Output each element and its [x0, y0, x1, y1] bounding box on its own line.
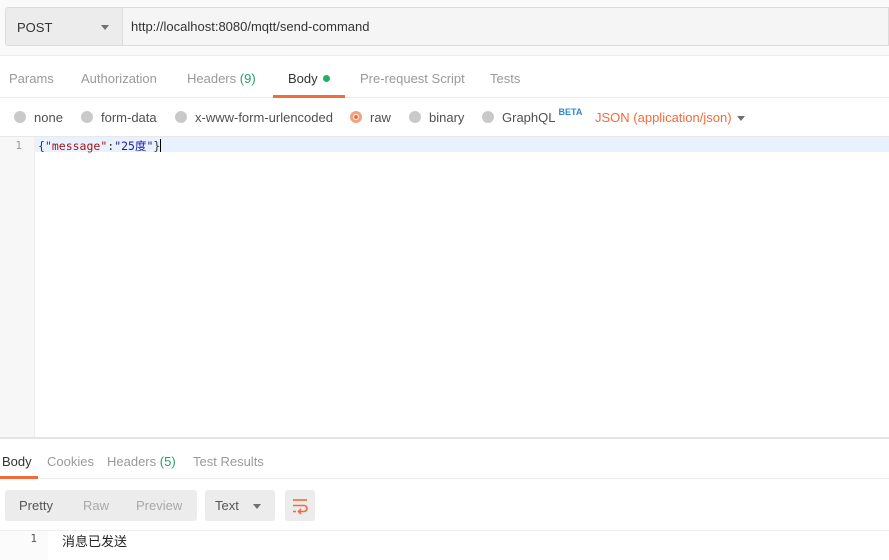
- green-dot-icon: [322, 75, 330, 82]
- response-toolbar: Pretty Raw Preview Text: [0, 480, 889, 530]
- response-tab-cookies[interactable]: Cookies: [47, 454, 94, 469]
- radio-graphql[interactable]: GraphQL BETA: [482, 107, 583, 125]
- radio-icon: [14, 111, 26, 123]
- radio-selected-icon: [350, 111, 362, 123]
- active-tab-indicator: [0, 476, 38, 479]
- response-tabs: Body Cookies Headers (5) Test Results: [0, 439, 889, 479]
- json-key: "message": [44, 139, 108, 153]
- json-value: "25度": [114, 139, 154, 153]
- body-type-selector: none form-data x-www-form-urlencoded raw…: [0, 98, 889, 136]
- view-mode-group: Pretty Raw Preview: [5, 490, 197, 521]
- tab-authorization[interactable]: Authorization: [81, 71, 157, 86]
- radio-form-data[interactable]: form-data: [81, 110, 157, 125]
- response-text: 消息已发送: [62, 534, 128, 549]
- preview-button[interactable]: Preview: [136, 498, 182, 513]
- tab-label: Pre-request Script: [360, 71, 465, 86]
- headers-count: (9): [239, 71, 256, 86]
- format-label: Text: [215, 498, 239, 513]
- content-type-select[interactable]: JSON (application/json): [595, 110, 732, 125]
- radio-binary[interactable]: binary: [409, 110, 464, 125]
- request-body-editor[interactable]: 1 {"message":"25度"}: [0, 136, 889, 438]
- tab-label: Headers: [187, 71, 237, 86]
- chevron-down-icon: [253, 504, 261, 509]
- response-tab-headers[interactable]: Headers (5): [107, 454, 176, 469]
- text-cursor: [160, 139, 162, 152]
- active-line-highlight: [35, 137, 889, 152]
- tab-label: Params: [9, 71, 54, 86]
- headers-count: (5): [159, 454, 176, 469]
- radio-label: none: [34, 110, 63, 125]
- radio-label: binary: [429, 110, 465, 125]
- method-label: POST: [17, 20, 53, 35]
- line-number: 1: [30, 532, 37, 545]
- tab-label: Authorization: [81, 71, 157, 86]
- radio-label: form-data: [101, 110, 157, 125]
- tab-label: Body: [2, 454, 32, 469]
- line-gutter: 1: [0, 137, 35, 438]
- response-body[interactable]: 1 消息已发送: [0, 530, 889, 560]
- line-gutter: 1: [0, 531, 48, 560]
- method-select[interactable]: POST: [5, 7, 122, 46]
- chevron-down-icon: [101, 25, 109, 30]
- wrap-lines-icon: [293, 499, 308, 515]
- tab-body[interactable]: Body: [288, 71, 330, 86]
- pretty-button[interactable]: Pretty: [19, 498, 53, 513]
- url-input[interactable]: http://localhost:8080/mqtt/send-command: [122, 7, 889, 46]
- radio-none[interactable]: none: [14, 110, 63, 125]
- tab-label: Tests: [490, 71, 521, 86]
- brace-close: }: [153, 139, 161, 153]
- tab-pre-request-script[interactable]: Pre-request Script: [360, 71, 465, 86]
- radio-icon: [81, 111, 93, 123]
- radio-label: raw: [370, 110, 391, 125]
- tab-tests[interactable]: Tests: [490, 71, 520, 86]
- radio-label: x-www-form-urlencoded: [195, 110, 333, 125]
- url-text: http://localhost:8080/mqtt/send-command: [131, 19, 370, 34]
- tab-params[interactable]: Params: [9, 71, 54, 86]
- format-select[interactable]: Text: [205, 490, 275, 521]
- radio-icon: [409, 111, 421, 123]
- wrap-lines-button[interactable]: [285, 490, 315, 521]
- code-line: {"message":"25度"}: [38, 138, 162, 154]
- tab-label: Body: [288, 71, 318, 86]
- radio-x-www-form-urlencoded[interactable]: x-www-form-urlencoded: [175, 110, 333, 125]
- tab-headers[interactable]: Headers (9): [187, 71, 256, 86]
- brace-open: {: [38, 139, 45, 153]
- radio-icon: [482, 111, 494, 123]
- line-number: 1: [15, 139, 22, 152]
- beta-badge: BETA: [558, 107, 583, 117]
- tab-label: Cookies: [47, 454, 94, 469]
- tab-label: Headers: [107, 454, 157, 469]
- radio-label: GraphQL: [502, 110, 556, 125]
- raw-button[interactable]: Raw: [83, 498, 109, 513]
- chevron-down-icon[interactable]: [737, 116, 745, 121]
- request-url-bar: POST http://localhost:8080/mqtt/send-com…: [0, 0, 889, 56]
- tab-label: Test Results: [193, 454, 264, 469]
- response-tab-test-results[interactable]: Test Results: [193, 454, 264, 469]
- radio-icon: [175, 111, 187, 123]
- response-tab-body[interactable]: Body: [2, 454, 32, 469]
- radio-raw[interactable]: raw: [350, 110, 391, 125]
- request-tabs: Params Authorization Headers (9) Body Pr…: [0, 56, 889, 98]
